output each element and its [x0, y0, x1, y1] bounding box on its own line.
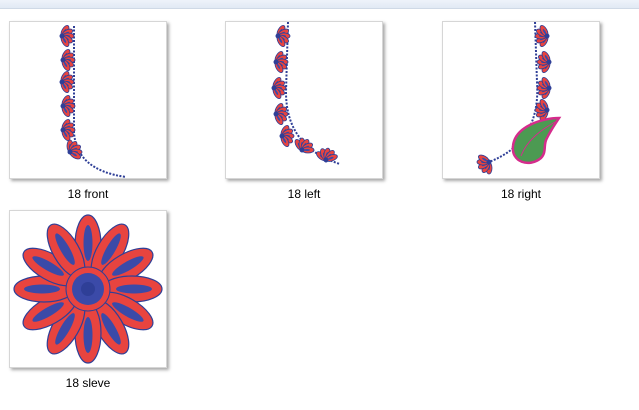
embroidery-neckline-right-icon	[442, 21, 600, 179]
embroidery-flower-sleeve-icon	[9, 210, 167, 368]
file-item-18-front[interactable]: 18 front	[9, 21, 189, 221]
file-name-label: 18 right	[500, 187, 542, 201]
file-item-18-right[interactable]: 18 right	[442, 21, 622, 221]
file-name-label: 18 sleve	[65, 376, 111, 390]
file-name-label: 18 left	[287, 187, 321, 201]
file-item-18-sleve[interactable]: 18 sleve	[9, 210, 189, 410]
file-name-label: 18 front	[67, 187, 109, 201]
file-item-18-left[interactable]: 18 left	[225, 21, 405, 221]
embroidery-neckline-left-icon	[225, 21, 383, 179]
window-top-border	[0, 0, 639, 9]
embroidery-neckline-front-icon	[9, 21, 167, 179]
